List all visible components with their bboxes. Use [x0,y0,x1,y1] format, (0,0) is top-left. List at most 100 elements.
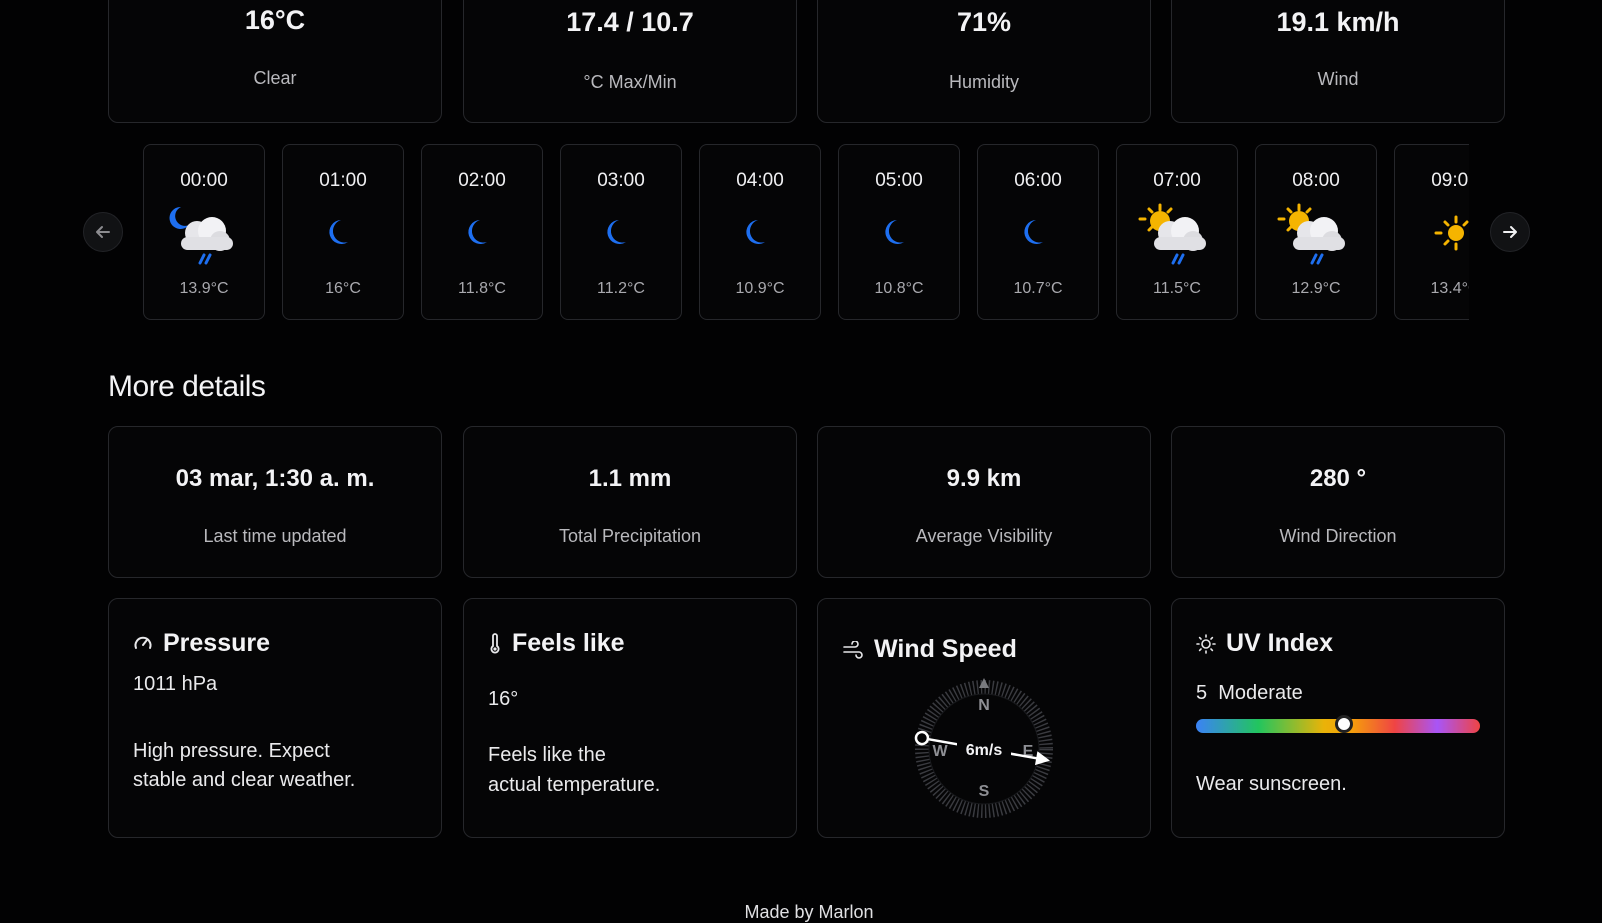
current-temperature: 16°C [244,5,306,35]
detail-card-last-updated: 03 mar, 1:30 a. m. Last time updated [108,426,442,578]
detail-card-visibility: 9.9 km Average Visibility [817,426,1151,578]
uv-index-value: 5 [1196,682,1208,704]
hour-temperature: 13.9°C [179,280,229,297]
hour-time: 08:00 [1292,170,1340,191]
uv-index-scale [1196,715,1480,733]
hour-time: 09:00 [1431,170,1469,191]
hour-time: 06:00 [1014,170,1062,191]
hour-time: 03:00 [597,170,645,191]
uv-index-header: UV Index [1196,629,1333,658]
moon-icon [329,220,348,244]
pressure-header: Pressure [133,629,270,658]
summary-card-temperature: 16°C Clear [108,0,442,123]
last-updated-label: Last time updated [203,526,347,546]
pressure-description-line1: High pressure. Expect [133,740,330,762]
moon-icon [885,220,904,244]
hour-temperature: 10.8°C [874,280,924,297]
precipitation-value: 1.1 mm [588,465,672,492]
gauge-icon [134,636,152,649]
uv-index-reading: 5 Moderate [1196,678,1303,708]
humidity-label: Humidity [948,72,1019,92]
hour-time: 04:00 [736,170,784,191]
sun-outline-icon [1196,633,1216,654]
feels-like-title: Feels like [512,629,625,657]
compass-west: W [932,743,948,760]
visibility-value: 9.9 km [946,465,1022,492]
compass-south: S [979,783,990,800]
wind-compass: N S W E 6m/s [914,678,1053,818]
last-updated-value: 03 mar, 1:30 a. m. [175,465,375,492]
max-min-label: °C Max/Min [583,72,677,92]
hour-temperature: 11.5°C [1153,280,1201,297]
pressure-card: Pressure 1011 hPa High pressure. Expect … [108,598,442,838]
sun-cloud-rain-icon [1138,203,1206,265]
max-min-value: 17.4 / 10.7 [566,7,694,37]
pressure-description-line2: stable and clear weather. [133,769,356,791]
moon-icon [607,220,626,244]
hour-temperature: 12.9°C [1291,280,1341,297]
hour-time: 07:00 [1153,170,1201,191]
wind-speed-title: Wind Speed [874,635,1017,663]
wind-direction-label: Wind Direction [1279,526,1397,546]
wind-label: Wind [1317,69,1359,89]
arrow-right-icon [1503,226,1517,238]
sun-cloud-rain-icon [1277,203,1345,265]
wind-speed-header: Wind Speed [842,635,1017,664]
wind-speed-value: 6m/s [966,742,1003,759]
feels-like-description-line1: Feels like the [488,744,606,766]
hour-time: 02:00 [458,170,506,191]
moon-icon [746,220,765,244]
hour-time: 00:00 [180,170,228,191]
wind-icon [843,640,863,659]
hour-card: 08:00 12.9°C [1255,144,1377,320]
pressure-value: 1011 hPa [133,673,218,695]
section-title: More details [108,370,266,403]
hour-card: 03:00 11.2°C [560,144,682,320]
hour-temperature: 11.2°C [597,280,645,297]
hour-time: 01:00 [319,170,367,191]
detail-card-wind-direction: 280 ° Wind Direction [1171,426,1505,578]
precipitation-label: Total Precipitation [558,526,702,546]
hour-card: 06:00 10.7°C [977,144,1099,320]
moon-cloud-rain-icon [169,206,233,265]
uv-index-title: UV Index [1226,629,1333,657]
compass-north: N [978,697,990,714]
north-marker-icon [979,678,989,688]
hour-card: 00:00 13.9°C [143,144,265,320]
feels-like-value: 16° [488,688,519,710]
previous-hours-button[interactable] [83,212,123,252]
feels-like-card: Feels like 16° Feels like the actual tem… [463,598,797,838]
uv-index-card: UV Index 5 Moderate Wear sunscreen. [1171,598,1505,838]
feels-like-description-line2: actual temperature. [488,774,661,796]
sun-icon [1434,215,1469,251]
pressure-title: Pressure [163,629,271,657]
hour-temperature: 10.9°C [735,280,785,297]
hour-temperature: 11.8°C [458,280,506,297]
current-condition: Clear [253,68,297,88]
wind-value: 19.1 km/h [1276,7,1400,37]
moon-icon [468,220,487,244]
uv-index-level: Moderate [1218,682,1303,704]
hour-temperature: 10.7°C [1013,280,1063,297]
wind-direction-value: 280 ° [1309,465,1367,492]
moon-icon [1024,220,1043,244]
uv-index-marker [1334,715,1353,733]
hour-temperature: 16°C [325,280,361,297]
hour-card: 02:00 11.8°C [421,144,543,320]
hour-card: 04:00 10.9°C [699,144,821,320]
detail-card-precipitation: 1.1 mm Total Precipitation [463,426,797,578]
summary-card-maxmin: 17.4 / 10.7 °C Max/Min [463,0,797,123]
footer-credit: Made by Marlon [744,902,874,922]
humidity-value: 71% [956,7,1012,37]
arrow-left-icon [96,226,110,238]
feels-like-header: Feels like [488,629,625,658]
thermometer-icon [490,632,500,653]
hour-card: 05:00 10.8°C [838,144,960,320]
uv-advice: Wear sunscreen. [1196,773,1347,795]
summary-card-humidity: 71% Humidity [817,0,1151,123]
hour-time: 05:00 [875,170,923,191]
hour-card: 07:00 11.5°C [1116,144,1238,320]
next-hours-button[interactable] [1490,212,1530,252]
hour-card: 09:00 13.4°C [1394,144,1469,320]
summary-card-wind: 19.1 km/h Wind [1171,0,1505,123]
